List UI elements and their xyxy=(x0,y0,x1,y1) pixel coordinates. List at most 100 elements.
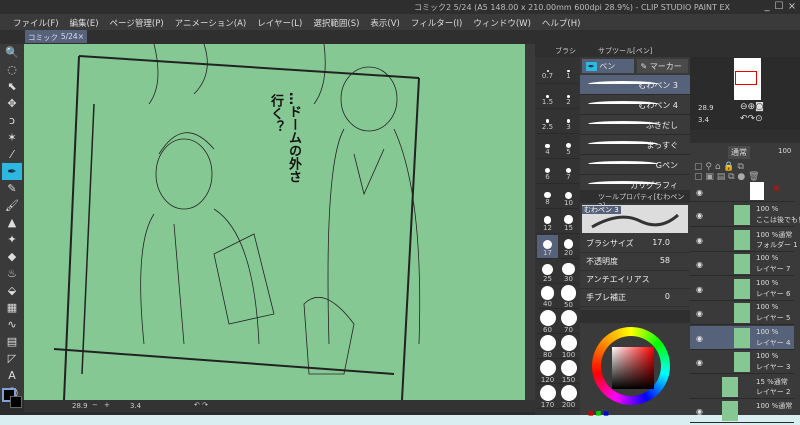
subtool-item[interactable]: ふきだし xyxy=(580,115,690,135)
subtool-item[interactable]: むわペン 3 xyxy=(580,75,690,95)
eye-icon[interactable]: ◉ xyxy=(696,334,703,343)
blend-tool-icon[interactable]: ♨ xyxy=(2,265,22,282)
brush-size-30[interactable]: 30 xyxy=(558,260,579,284)
property-row[interactable]: アンチエイリアス xyxy=(580,271,690,289)
brush-size-200[interactable]: 200 xyxy=(558,384,579,409)
eye-icon[interactable]: ◉ xyxy=(696,309,703,318)
zoom-out-button[interactable]: − xyxy=(92,401,98,409)
brush-size-25[interactable]: 25 xyxy=(537,260,558,284)
brush-size-50[interactable]: 50 xyxy=(558,285,579,309)
layer-row[interactable]: ◉ 100 % レイヤー 5 xyxy=(690,301,794,325)
brush-size-3[interactable]: 3 xyxy=(558,110,579,134)
page-layer-row[interactable]: ◉ ✕ xyxy=(690,180,794,202)
layer-opacity[interactable]: 100 xyxy=(778,147,791,155)
brush-size-5[interactable]: 5 xyxy=(558,135,579,159)
zoom-value[interactable]: 28.9 xyxy=(72,402,88,410)
menu-item[interactable]: 選択範囲(S) xyxy=(308,14,365,30)
subtool-item[interactable]: まっすぐ xyxy=(580,135,690,155)
eye-icon[interactable]: ◉ xyxy=(696,236,703,245)
property-row[interactable]: ブラシサイズ 17.0 xyxy=(580,235,690,253)
speech-text-2[interactable]: 行く？ xyxy=(268,94,283,133)
layer-row[interactable]: ◉ 100 %通常 フォルダー 1 xyxy=(690,228,798,252)
property-row[interactable]: 不透明度 58 xyxy=(580,253,690,271)
menu-item[interactable]: アニメーション(A) xyxy=(170,14,253,30)
eyedropper-tool-icon[interactable]: ⁄ xyxy=(2,146,22,163)
eraser-tool-icon[interactable]: ◆ xyxy=(2,248,22,265)
magic-wand-tool-icon[interactable]: ✶ xyxy=(2,129,22,146)
brush-size-6[interactable]: 6 xyxy=(537,160,558,184)
brush-size-4[interactable]: 4 xyxy=(537,135,558,159)
menu-item[interactable]: ヘルプ(H) xyxy=(537,14,587,30)
eye-icon[interactable]: ◉ xyxy=(696,407,703,416)
brush-size-60[interactable]: 60 xyxy=(537,309,558,334)
brush-size-12[interactable]: 12 xyxy=(537,210,558,234)
brush-size-150[interactable]: 150 xyxy=(558,359,579,384)
airbrush-tool-icon[interactable]: ▲ xyxy=(2,214,22,231)
layer-row[interactable]: ◉ 100 % レイヤー 3 xyxy=(690,350,794,374)
layer-row[interactable]: ◉ 100 % ここは後でも！ xyxy=(690,203,800,227)
brush-size-120[interactable]: 120 xyxy=(537,359,558,384)
menu-item[interactable]: 編集(E) xyxy=(65,14,105,30)
tab-close-icon[interactable]: × xyxy=(78,32,84,41)
blend-mode-select[interactable]: 通常 xyxy=(728,146,750,159)
sub-color-swatch[interactable] xyxy=(10,396,22,408)
close-button[interactable]: × xyxy=(785,1,799,12)
frame-tool-icon[interactable]: ▤ xyxy=(2,333,22,350)
subtool-item[interactable]: Gペン xyxy=(580,155,690,175)
speech-text-1[interactable]: …ドームの外さ xyxy=(286,92,301,183)
pencil-tool-icon[interactable]: ✎ xyxy=(2,180,22,197)
rotate-left-icon[interactable]: ↶ ↷ xyxy=(194,401,208,409)
menu-item[interactable]: ウィンドウ(W) xyxy=(468,14,537,30)
navigator-zoom-buttons[interactable]: ⊖⊕◙ xyxy=(740,102,764,112)
zoom-tool-icon[interactable]: 🔍 xyxy=(2,44,22,61)
brush-size-1[interactable]: 1 xyxy=(558,60,579,84)
figure-tool-icon[interactable]: ∿ xyxy=(2,316,22,333)
layer-row[interactable]: ◉ 100 % レイヤー 7 xyxy=(690,252,794,276)
brush-size-170[interactable]: 170 xyxy=(537,384,558,409)
move-rotate-tool-icon[interactable]: ◌ xyxy=(2,61,22,78)
menu-item[interactable]: ページ管理(P) xyxy=(105,14,170,30)
brush-size-80[interactable]: 80 xyxy=(537,334,558,359)
navigator-preview[interactable] xyxy=(734,58,761,100)
property-value[interactable]: 17.0 xyxy=(652,238,670,247)
brush-size-70[interactable]: 70 xyxy=(558,309,579,334)
property-row[interactable]: 手ブレ補正 0 xyxy=(580,289,690,307)
brush-size-1.5[interactable]: 1.5 xyxy=(537,85,558,109)
brush-size-20[interactable]: 20 xyxy=(558,235,579,259)
eye-icon[interactable]: ◉ xyxy=(696,188,703,197)
brush-size-10[interactable]: 10 xyxy=(558,185,579,209)
canvas-vertical-scrollbar[interactable] xyxy=(525,44,535,400)
subtool-item[interactable]: むわペン 4 xyxy=(580,95,690,115)
text-tool-icon[interactable]: A xyxy=(2,367,22,384)
object-tool-icon[interactable]: ⬉ xyxy=(2,78,22,95)
saturation-value-square[interactable] xyxy=(612,347,654,389)
layer-row[interactable]: ◉ 100 % レイヤー 4 xyxy=(690,325,794,350)
menu-item[interactable]: フィルター(I) xyxy=(406,14,468,30)
brush-size-2[interactable]: 2 xyxy=(558,85,579,109)
eye-icon[interactable]: ◉ xyxy=(696,260,703,269)
brush-size-100[interactable]: 100 xyxy=(558,334,579,359)
canvas[interactable]: …ドームの外さ 行く？ xyxy=(24,44,525,400)
ruler-tool-icon[interactable]: ◸ xyxy=(2,350,22,367)
brush-size-40[interactable]: 40 xyxy=(537,285,558,309)
layer-row[interactable]: ◉ 100 % レイヤー 6 xyxy=(690,277,794,301)
tab-marker[interactable]: ✎ マーカー xyxy=(636,59,688,73)
document-tab[interactable]: コミック2 5/24 × xyxy=(25,30,87,52)
brush-tool-icon[interactable]: 🖌 xyxy=(2,197,22,214)
maximize-button[interactable]: ☐ xyxy=(772,1,786,12)
zoom-in-button[interactable]: + xyxy=(104,401,110,409)
pen-tool-icon[interactable]: ✒ xyxy=(2,163,22,180)
navigator-rotate-buttons[interactable]: ↶↷⊙ xyxy=(740,114,763,124)
property-value[interactable]: 0 xyxy=(665,292,670,301)
property-value[interactable]: 58 xyxy=(660,256,670,265)
brush-size-7[interactable]: 7 xyxy=(558,160,579,184)
brush-size-17[interactable]: 17 xyxy=(537,235,558,259)
lasso-tool-icon[interactable]: ↄ xyxy=(2,112,22,129)
menu-item[interactable]: レイヤー(L) xyxy=(252,14,308,30)
menu-item[interactable]: ファイル(F) xyxy=(8,14,65,30)
brush-size-2.5[interactable]: 2.5 xyxy=(537,110,558,134)
gradient-tool-icon[interactable]: ▦ xyxy=(2,299,22,316)
eye-icon[interactable]: ◉ xyxy=(696,211,703,220)
eye-icon[interactable]: ◉ xyxy=(696,358,703,367)
brush-size-8[interactable]: 8 xyxy=(537,185,558,209)
